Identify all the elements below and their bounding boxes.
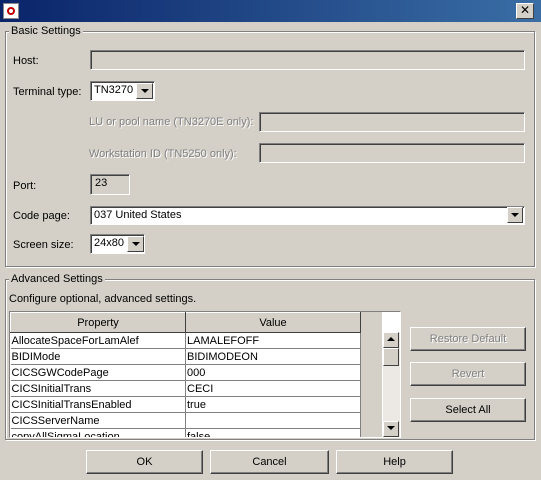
table-row[interactable]: CICSGWCodePage 000: [10, 364, 361, 381]
port-field[interactable]: 23: [90, 174, 130, 195]
table-row[interactable]: copyAllSigmaLocation false: [10, 428, 361, 437]
properties-table-viewport: Property Value AllocateSpaceForLamAlef L…: [10, 312, 382, 437]
close-button[interactable]: ✕: [516, 3, 534, 19]
properties-table: Property Value AllocateSpaceForLamAlef L…: [10, 312, 361, 437]
advanced-settings-title: Advanced Settings: [9, 273, 105, 285]
code-page-value: 037 United States: [94, 209, 182, 221]
properties-table-header: Property Value: [10, 312, 361, 333]
restore-default-button[interactable]: Restore Default: [410, 327, 526, 351]
value-cell[interactable]: [185, 412, 361, 429]
property-cell: CICSInitialTransEnabled: [10, 396, 186, 413]
cancel-button[interactable]: Cancel: [210, 450, 329, 474]
help-button[interactable]: Help: [336, 450, 453, 474]
table-scrollbar[interactable]: [383, 332, 400, 437]
value-cell[interactable]: true: [185, 396, 361, 413]
advanced-settings-description: Configure optional, advanced settings.: [9, 293, 197, 305]
workstation-id-label: Workstation ID (TN5250 only):: [89, 148, 237, 160]
terminal-type-dropdown-button[interactable]: [136, 83, 153, 99]
property-cell: CICSServerName: [10, 412, 186, 429]
properties-table-frame: Property Value AllocateSpaceForLamAlef L…: [9, 311, 401, 438]
terminal-type-value: TN3270: [94, 84, 134, 96]
workstation-id-field[interactable]: [259, 143, 525, 163]
column-header-value[interactable]: Value: [185, 312, 361, 333]
screen-size-value: 24x80: [94, 237, 124, 249]
host-field[interactable]: [90, 50, 525, 70]
value-cell[interactable]: BIDIMODEON: [185, 348, 361, 365]
title-bar: ✕: [0, 0, 541, 22]
lu-pool-label: LU or pool name (TN3270E only):: [89, 116, 254, 128]
terminal-type-label: Terminal type:: [13, 86, 82, 98]
code-page-label: Code page:: [13, 210, 70, 222]
screen-size-dropdown-button[interactable]: [127, 236, 144, 252]
basic-settings-title: Basic Settings: [9, 25, 83, 37]
property-cell: copyAllSigmaLocation: [10, 428, 186, 437]
property-cell: CICSGWCodePage: [10, 364, 186, 381]
value-cell[interactable]: 000: [185, 364, 361, 381]
revert-button[interactable]: Revert: [410, 362, 526, 386]
scroll-down-arrow-icon[interactable]: [383, 421, 399, 437]
code-page-dropdown-button[interactable]: [507, 207, 523, 223]
value-cell[interactable]: false: [185, 428, 361, 437]
property-cell: BIDIMode: [10, 348, 186, 365]
scroll-up-arrow-icon[interactable]: [383, 332, 399, 348]
value-cell[interactable]: CECI: [185, 380, 361, 397]
select-all-button[interactable]: Select All: [410, 398, 526, 422]
property-cell: CICSInitialTrans: [10, 380, 186, 397]
table-row[interactable]: CICSServerName: [10, 412, 361, 429]
screen-size-label: Screen size:: [13, 239, 74, 251]
table-row[interactable]: AllocateSpaceForLamAlef LAMALEFOFF: [10, 332, 361, 349]
column-header-property[interactable]: Property: [10, 312, 186, 333]
app-icon: [3, 3, 19, 19]
table-row[interactable]: BIDIMode BIDIMODEON: [10, 348, 361, 365]
value-cell[interactable]: LAMALEFOFF: [185, 332, 361, 349]
port-label: Port:: [13, 180, 37, 192]
table-row[interactable]: CICSInitialTrans CECI: [10, 380, 361, 397]
table-row[interactable]: CICSInitialTransEnabled true: [10, 396, 361, 413]
lu-pool-field[interactable]: [259, 112, 525, 132]
scrollbar-thumb[interactable]: [383, 348, 399, 366]
code-page-select[interactable]: 037 United States: [90, 206, 525, 225]
property-cell: AllocateSpaceForLamAlef: [10, 332, 186, 349]
ok-button[interactable]: OK: [86, 450, 203, 474]
host-label: Host:: [13, 55, 39, 67]
